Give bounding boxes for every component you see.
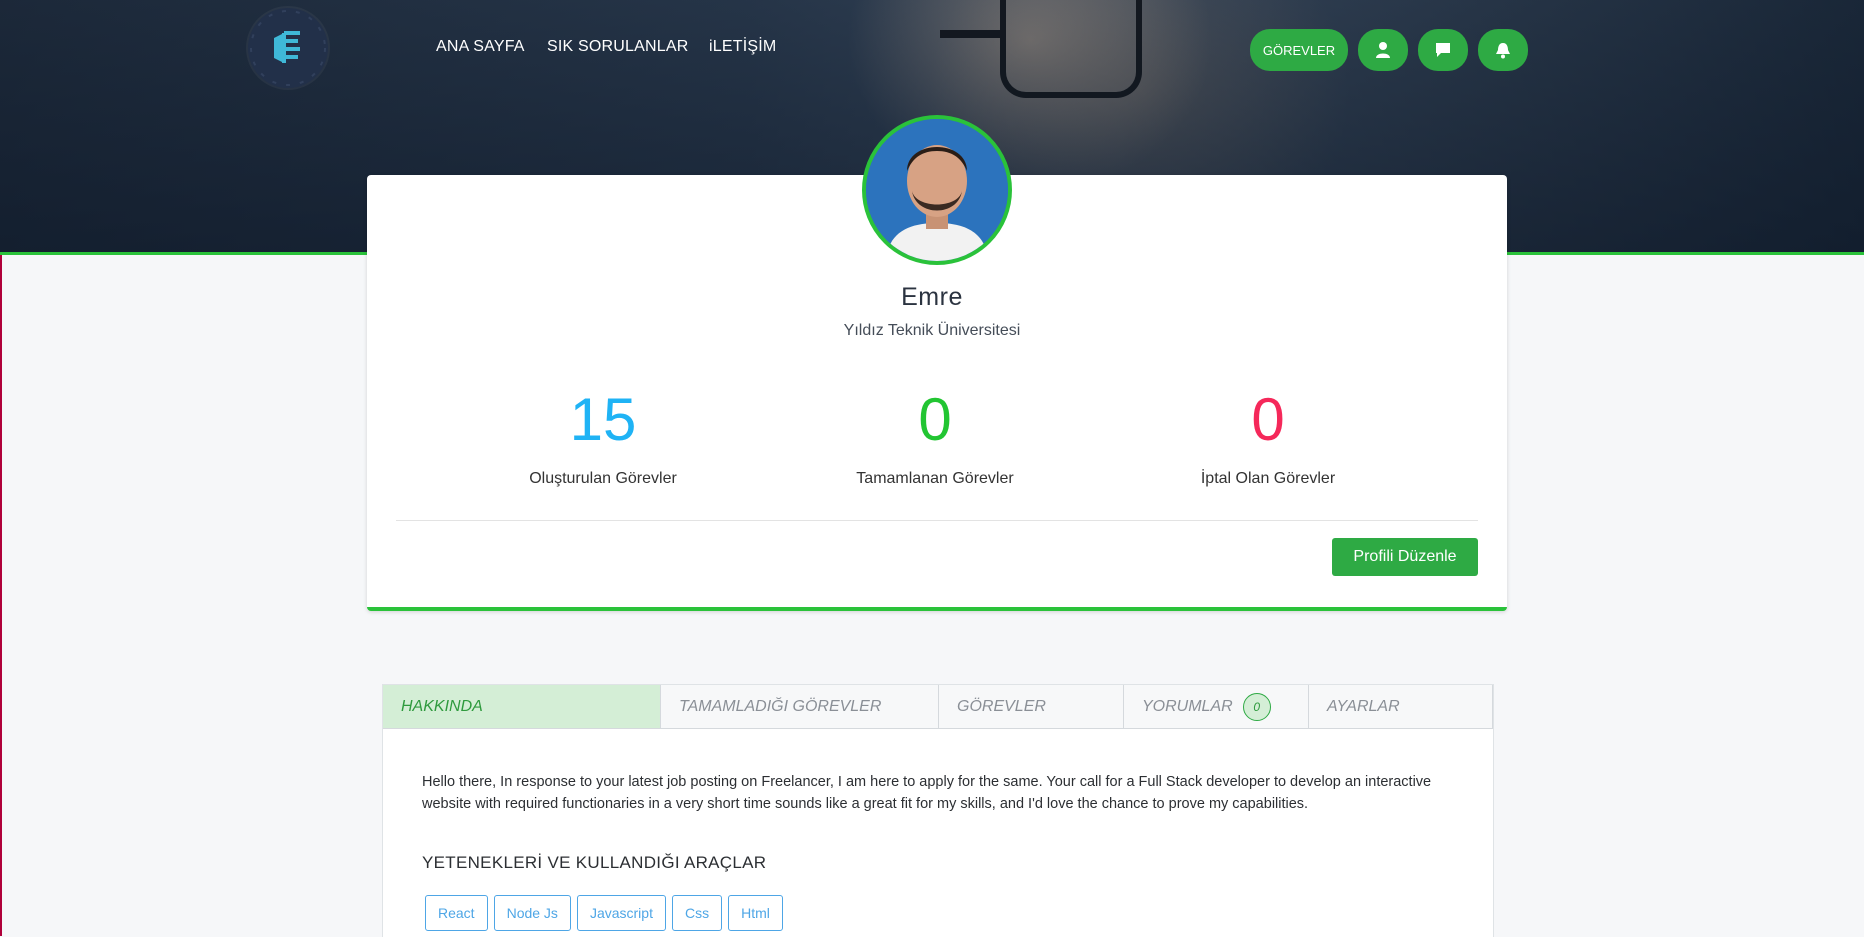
avatar [862,115,1012,265]
about-text: Hello there, In response to your latest … [422,774,1432,812]
profile-tabs-panel: HAKKINDA TAMAMLADIĞI GÖREVLER GÖREVLER Y… [382,684,1494,937]
avatar-photo [866,119,1008,261]
comments-count-badge: 0 [1242,692,1271,721]
messages-button[interactable] [1418,29,1468,71]
stat-cancelled-value: 0 [1251,386,1285,453]
tab-completed-tasks[interactable]: TAMAMLADIĞI GÖREVLER [661,685,939,729]
stat-cancelled: 0 İptal Olan Görevler [1138,384,1398,488]
logo-icon [250,10,326,86]
skills-title: YETENEKLERİ VE KULLANDIĞI ARAÇLAR [422,853,767,872]
stat-created: 15 Oluşturulan Görevler [473,384,733,488]
nav-contact[interactable]: iLETİŞİM [709,38,776,56]
stat-created-label: Oluşturulan Görevler [529,470,677,487]
tab-tasks[interactable]: GÖREVLER [939,685,1124,729]
tab-settings[interactable]: AYARLAR [1309,685,1493,729]
skills-list: React Node Js Javascript Css Html [425,895,783,931]
stat-completed-value: 0 [918,386,952,453]
tab-about[interactable]: HAKKINDA [383,685,661,729]
skill-tag[interactable]: Html [728,895,783,931]
site-logo[interactable] [248,8,328,88]
profile-button[interactable] [1358,29,1408,71]
nav-home[interactable]: ANA SAYFA [436,38,525,56]
skill-tag[interactable]: React [425,895,488,931]
edit-profile-button[interactable]: Profili Düzenle [1332,538,1478,576]
stat-completed-label: Tamamlanan Görevler [856,470,1014,487]
message-icon [1436,43,1450,57]
tab-comments[interactable]: YORUMLAR 0 [1124,685,1309,729]
profile-school: Yıldız Teknik Üniversitesi [843,322,1021,339]
user-icon [1376,42,1390,58]
nav-faq[interactable]: SIK SORULANLAR [547,38,689,56]
tasks-button[interactable]: GÖREVLER [1250,29,1348,71]
stat-created-value: 15 [569,386,637,453]
profile-name: Emre [901,283,963,311]
skill-tag[interactable]: Javascript [576,895,666,931]
card-divider [396,520,1478,521]
stat-completed: 0 Tamamlanan Görevler [805,384,1065,488]
bell-icon [1496,43,1510,59]
skill-tag[interactable]: Css [671,895,723,931]
tab-comments-label: YORUMLAR [1142,697,1233,715]
stat-cancelled-label: İptal Olan Görevler [1200,470,1336,487]
skill-tag[interactable]: Node Js [493,895,571,931]
notifications-button[interactable] [1478,29,1528,71]
